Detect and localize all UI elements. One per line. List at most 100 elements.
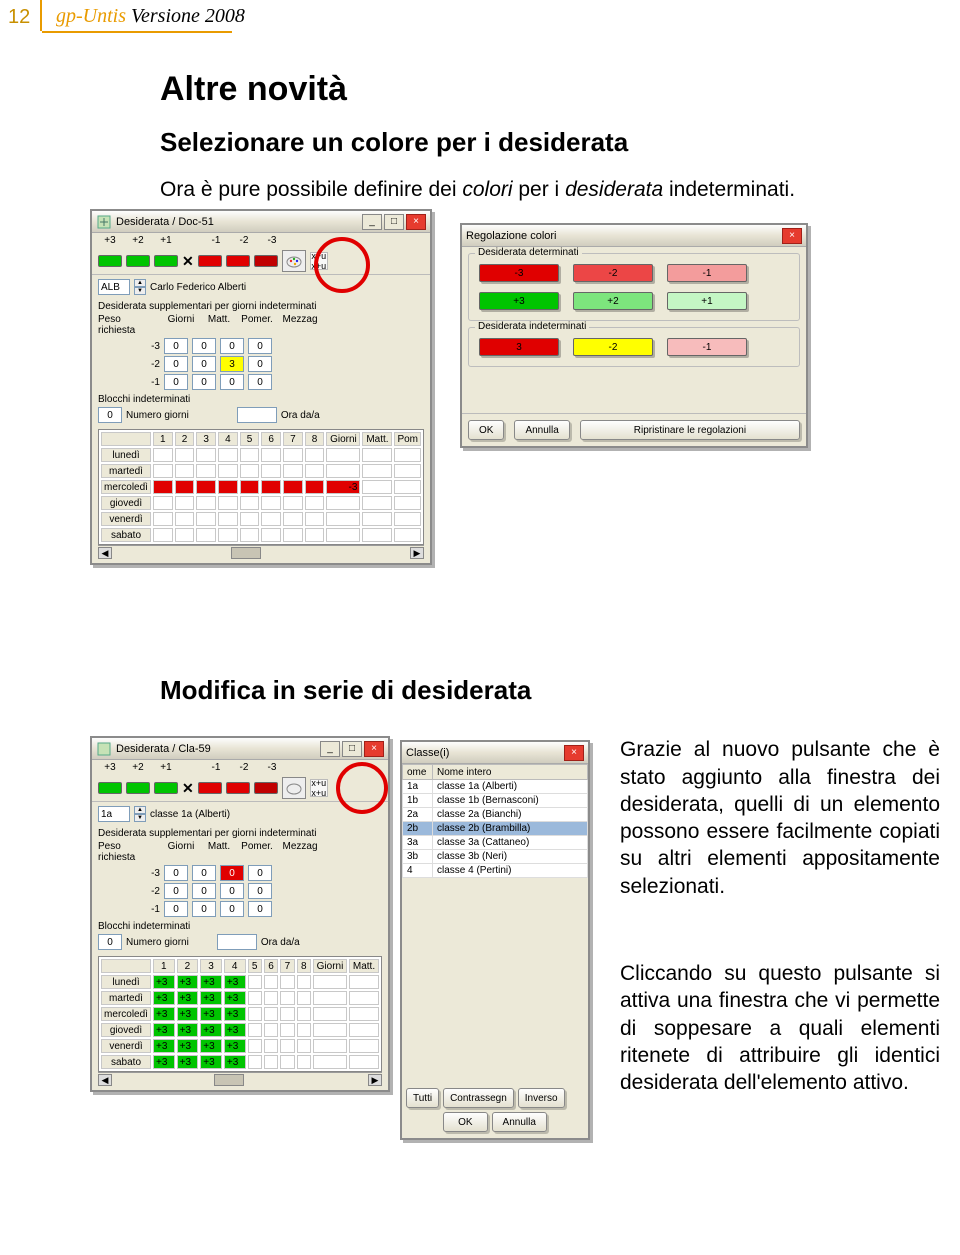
page-number: 12 [8, 6, 30, 29]
cell-input[interactable] [220, 901, 244, 917]
cell-input[interactable] [248, 356, 272, 372]
color-chip-plus3[interactable]: +3 [479, 292, 559, 310]
cell-input[interactable] [248, 901, 272, 917]
copy-tool-icon[interactable]: x+ux+u [310, 779, 328, 797]
intro-italic-2: desiderata [565, 178, 663, 201]
scrollbar[interactable]: ◀▶ [98, 545, 424, 559]
intro-paragraph: Ora è pure possibile definire dei colori… [160, 176, 940, 203]
cell-input[interactable] [220, 865, 244, 881]
cell-input[interactable] [220, 338, 244, 354]
row-label: -1 [98, 904, 160, 915]
mark-button[interactable]: Contrassegn [443, 1088, 514, 1108]
priority-minus1-button[interactable] [198, 782, 222, 794]
window-desiderata-doc: Desiderata / Doc-51 _ □ × +3 +2 +1 -1 -2… [90, 209, 432, 565]
group-label: Desiderata determinati [475, 247, 582, 258]
clear-icon[interactable]: ✕ [182, 780, 194, 797]
numgiorni-input[interactable] [98, 407, 122, 423]
cell-input[interactable] [220, 883, 244, 899]
maximize-button[interactable]: □ [342, 741, 362, 757]
cell-input[interactable] [192, 865, 216, 881]
class-list-table[interactable]: omeNome intero 1aclasse 1a (Alberti) 1bc… [402, 764, 588, 878]
header-hline [42, 31, 232, 33]
cell-input[interactable] [164, 356, 188, 372]
ok-button[interactable]: OK [443, 1112, 487, 1132]
cell-input[interactable] [192, 338, 216, 354]
cell-input[interactable] [248, 338, 272, 354]
close-button[interactable]: × [564, 745, 584, 761]
scrollbar[interactable]: ◀▶ [98, 1072, 382, 1086]
priority-plus2-button[interactable] [126, 782, 150, 794]
color-chip-minus2[interactable]: -2 [573, 264, 653, 282]
intro-text-2: per i [513, 178, 566, 201]
priority-plus3-button[interactable] [98, 255, 122, 267]
cell-input[interactable] [164, 865, 188, 881]
clear-icon[interactable]: ✕ [182, 253, 194, 270]
priority-minus2-button[interactable] [226, 782, 250, 794]
priority-minus3-button[interactable] [254, 782, 278, 794]
numgiorni-input[interactable] [98, 934, 122, 950]
color-chip-minus3[interactable]: -3 [479, 264, 559, 282]
priority-minus2-button[interactable] [226, 255, 250, 267]
spinner[interactable]: ▲▼ [134, 279, 146, 295]
cell-input[interactable] [192, 356, 216, 372]
col: 4 [224, 959, 246, 973]
day-grid[interactable]: 1 2 3 4 5 6 7 8 Giorni Matt. Pom lunedì … [98, 429, 424, 545]
oradaa-input[interactable] [217, 934, 257, 950]
maximize-button[interactable]: □ [384, 214, 404, 230]
color-palette-button[interactable] [282, 777, 306, 799]
close-button[interactable]: × [782, 228, 802, 244]
close-button[interactable]: × [364, 741, 384, 757]
cell-input[interactable] [164, 901, 188, 917]
priority-plus3-button[interactable] [98, 782, 122, 794]
day-label: mercoledì [101, 480, 151, 494]
teacher-code-input[interactable] [98, 279, 130, 295]
minimize-button[interactable]: _ [362, 214, 382, 230]
color-chip-minus1[interactable]: -1 [667, 264, 747, 282]
col-matt: Matt. [202, 841, 236, 863]
close-button[interactable]: × [406, 214, 426, 230]
list-item[interactable]: 4classe 4 (Pertini) [403, 864, 588, 878]
color-chip-ind1[interactable]: -1 [667, 338, 747, 356]
cell-input[interactable] [164, 374, 188, 390]
cell-input[interactable] [248, 865, 272, 881]
copy-tool-icon[interactable]: x+ux+u [310, 252, 328, 270]
color-chip-ind3[interactable]: 3 [479, 338, 559, 356]
list-item[interactable]: 2bclasse 2b (Brambilla) [403, 822, 588, 836]
color-chip-ind2[interactable]: -2 [573, 338, 653, 356]
cell-input[interactable] [192, 901, 216, 917]
cell-input[interactable] [248, 883, 272, 899]
cancel-button[interactable]: Annulla [492, 1112, 547, 1132]
titlebar[interactable]: Desiderata / Doc-51 _ □ × [92, 211, 430, 233]
col: 6 [264, 959, 278, 973]
priority-plus1-button[interactable] [154, 782, 178, 794]
ok-button[interactable]: OK [468, 420, 504, 440]
cell-input[interactable] [192, 883, 216, 899]
cell-input[interactable] [192, 374, 216, 390]
spinner[interactable]: ▲▼ [134, 806, 146, 822]
cell-input[interactable] [220, 356, 244, 372]
list-item[interactable]: 2aclasse 2a (Bianchi) [403, 808, 588, 822]
list-item[interactable]: 1aclasse 1a (Alberti) [403, 780, 588, 794]
cell-input[interactable] [248, 374, 272, 390]
color-chip-plus1[interactable]: +1 [667, 292, 747, 310]
class-code-input[interactable] [98, 806, 130, 822]
cell-input[interactable] [164, 883, 188, 899]
cell-input[interactable] [164, 338, 188, 354]
color-palette-button[interactable] [282, 250, 306, 272]
invert-button[interactable]: Inverso [518, 1088, 565, 1108]
color-chip-plus2[interactable]: +2 [573, 292, 653, 310]
oradaa-input[interactable] [237, 407, 277, 423]
list-item[interactable]: 1bclasse 1b (Bernasconi) [403, 794, 588, 808]
day-grid[interactable]: 1 2 3 4 5 6 7 8 Giorni Matt. [98, 956, 382, 1072]
list-item[interactable]: 3aclasse 3a (Cattaneo) [403, 836, 588, 850]
cancel-button[interactable]: Annulla [514, 420, 569, 440]
priority-plus2-button[interactable] [126, 255, 150, 267]
minimize-button[interactable]: _ [320, 741, 340, 757]
list-item[interactable]: 3bclasse 3b (Neri) [403, 850, 588, 864]
priority-minus3-button[interactable] [254, 255, 278, 267]
all-button[interactable]: Tutti [406, 1088, 439, 1108]
priority-minus1-button[interactable] [198, 255, 222, 267]
cell-input[interactable] [220, 374, 244, 390]
reset-button[interactable]: Ripristinare le regolazioni [580, 420, 800, 440]
priority-plus1-button[interactable] [154, 255, 178, 267]
